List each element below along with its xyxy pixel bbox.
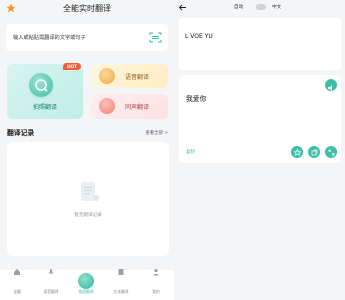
star-outline-icon [293, 148, 301, 156]
text-input-card[interactable]: 输入或粘贴需翻译的文字或句子 [6, 24, 168, 51]
simultaneous-translate-card[interactable]: 同声翻译 [91, 94, 168, 119]
source-text: L VOE YU [185, 33, 213, 40]
copy-icon-button[interactable] [308, 146, 320, 158]
expand-button[interactable] [325, 146, 337, 158]
microphone-icon [99, 68, 115, 84]
tab-label: 全翻 [13, 289, 21, 294]
translation-text: 我爱你 [186, 95, 207, 103]
tab-text[interactable]: 文本翻译 [104, 268, 138, 297]
history-list: 暂无翻译记录 [7, 142, 169, 256]
voice-translate-label: 语音翻译 [125, 74, 150, 81]
back-arrow-icon[interactable] [178, 3, 187, 12]
tab-label: 文本翻译 [113, 289, 129, 294]
page-title: 全能实时翻译 [63, 4, 111, 13]
photo-translate-card[interactable]: HOT 拍照翻译 [7, 63, 83, 119]
speaker-button[interactable] [325, 79, 337, 91]
voice-icon [48, 269, 54, 274]
target-language-select[interactable]: 中文 [272, 4, 281, 10]
swap-language-button[interactable] [256, 4, 266, 10]
headset-icon [99, 98, 115, 114]
photo-translate-label: 拍照翻译 [32, 104, 57, 111]
document-icon [118, 269, 124, 275]
hot-badge: HOT [63, 63, 81, 70]
translation-output-card: 我爱你 复制 [179, 75, 341, 163]
empty-document-icon [81, 182, 99, 201]
translation-header: 自动 中文 [174, 0, 345, 16]
text-input-placeholder: 输入或粘贴需翻译的文字或句子 [13, 35, 86, 41]
source-text-card[interactable]: L VOE YU [179, 18, 341, 70]
home-screen: 全能实时翻译 输入或粘贴需翻译的文字或句子 HOT 拍照翻译 语音翻译 同声翻译… [0, 0, 174, 300]
tab-camera[interactable]: 拍照翻译 [69, 278, 103, 297]
tab-label: 语音翻译 [43, 289, 59, 294]
copy-button[interactable]: 复制 [186, 149, 195, 155]
simultaneous-translate-label: 同声翻译 [125, 104, 150, 111]
scan-icon[interactable] [149, 32, 162, 43]
source-language-select[interactable]: 自动 [234, 4, 243, 10]
speaker-icon [328, 85, 332, 91]
history-title: 翻译记录 [7, 129, 35, 137]
home-header: 全能实时翻译 [0, 0, 174, 18]
bottom-tab-bar: 全翻 语音翻译 拍照翻译 文本翻译 我的 [0, 268, 174, 300]
tab-profile[interactable]: 我的 [139, 268, 173, 297]
voice-translate-card[interactable]: 语音翻译 [91, 64, 168, 88]
expand-icon [328, 149, 334, 155]
tab-label: 我的 [152, 289, 160, 294]
camera-icon [29, 73, 53, 97]
translation-screen: 自动 中文 L VOE YU 我爱你 复制 [174, 0, 345, 300]
tab-voice[interactable]: 语音翻译 [34, 268, 68, 297]
history-empty-text: 暂无翻译记录 [74, 213, 102, 218]
tab-label: 拍照翻译 [78, 289, 94, 294]
tab-home[interactable]: 全翻 [0, 268, 34, 297]
home-icon [14, 269, 20, 275]
copy-icon [311, 149, 317, 155]
user-icon [153, 269, 159, 276]
history-view-all-link[interactable]: 查看全部 > [145, 130, 168, 136]
favorite-button[interactable] [291, 146, 303, 158]
